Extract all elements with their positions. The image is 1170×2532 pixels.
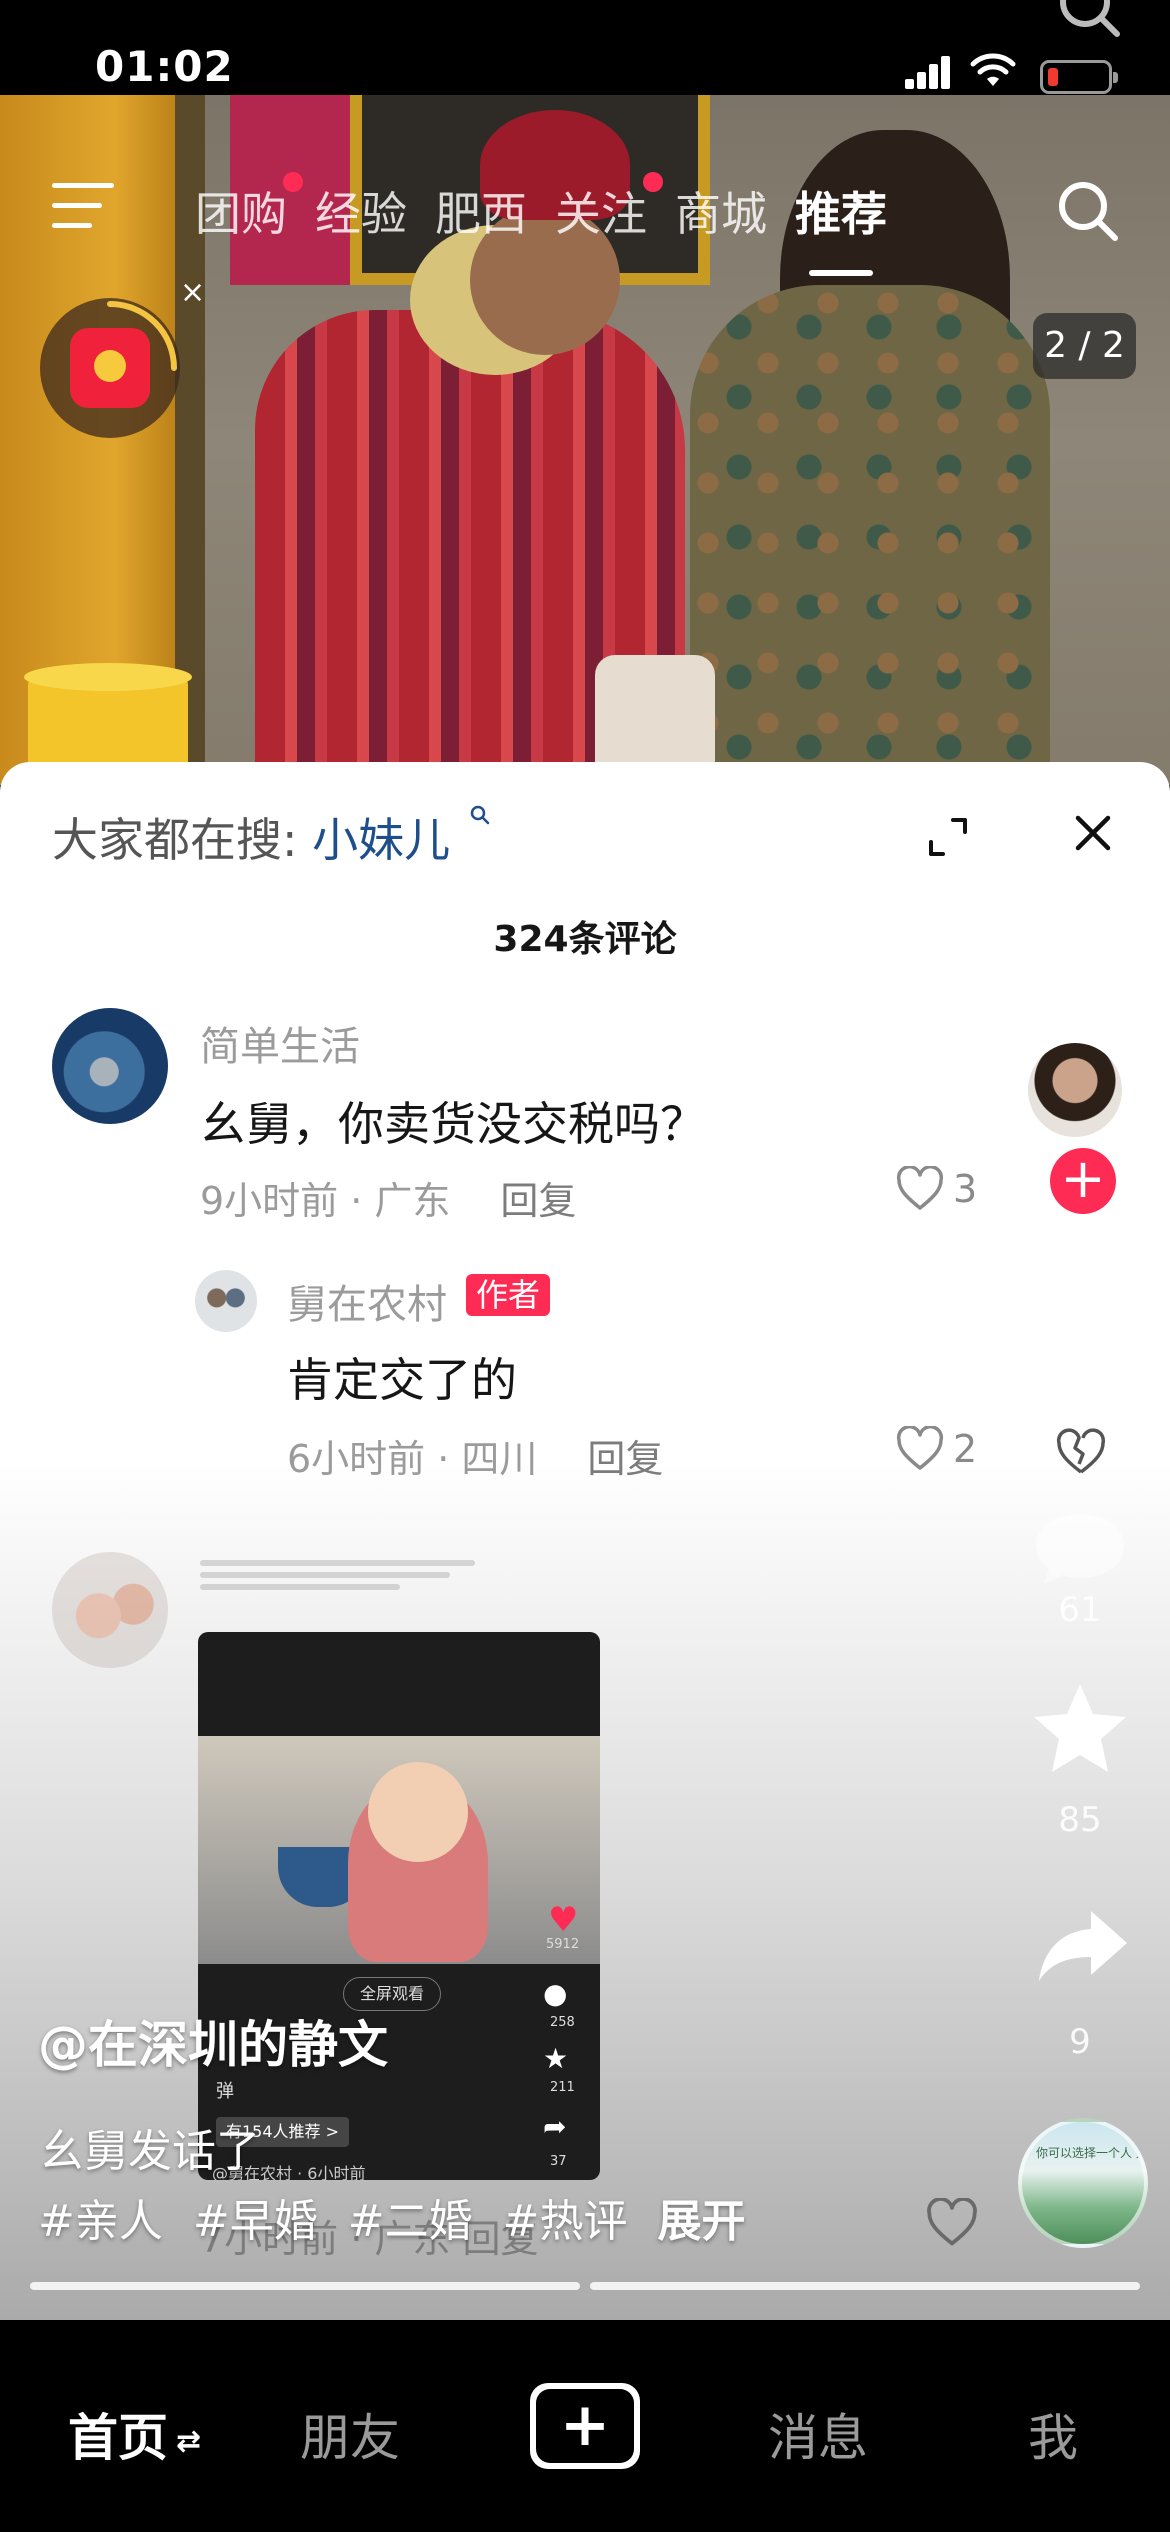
heart-outline-icon xyxy=(896,1166,944,1210)
hashtags: #亲人 #早婚 #二婚 #热评 展开 xyxy=(38,2185,746,2249)
nav-home[interactable]: 首页 ⇄ xyxy=(68,2398,201,2470)
comment-like-button[interactable]: 2 xyxy=(895,1426,977,1472)
status-bar: 01:02 xyxy=(0,0,1170,95)
tab-recommend[interactable]: 推荐 xyxy=(795,178,887,276)
plus-icon: + xyxy=(559,2390,611,2460)
hot-search-keyword[interactable]: 小妹儿 xyxy=(312,813,450,867)
comment-video-thumbnail[interactable]: ♥ 5912 全屏观看 ● 258 ★ 211 ➦ 37 弹 有154人推荐 >… xyxy=(198,1632,600,2180)
share-count: 9 xyxy=(1069,2022,1091,2062)
share-icon[interactable] xyxy=(1035,1905,1131,1985)
menu-icon[interactable] xyxy=(52,183,114,231)
wifi-icon xyxy=(970,53,1016,86)
music-disc[interactable]: 你可以选择一个人 又不用对方回应 xyxy=(1018,2118,1148,2248)
red-envelope-icon xyxy=(70,328,150,408)
video-author[interactable]: @在深圳的静文 xyxy=(38,2005,388,2077)
tab-mall[interactable]: 商城 xyxy=(675,178,767,248)
tab-experience[interactable]: 经验 xyxy=(315,178,407,248)
media-counter: 2 / 2 xyxy=(1033,313,1136,379)
hashtag[interactable]: #亲人 xyxy=(38,2196,163,2247)
thumb-share-icon: ➦ xyxy=(543,2110,567,2143)
comment-like-button[interactable]: 3 xyxy=(895,1166,977,1212)
follow-button[interactable]: + xyxy=(1050,1148,1116,1214)
top-tabs: 团购 经验 肥西 关注 商城 推荐 xyxy=(195,172,915,276)
comment-meta: 9小时前 · 广东 回复 xyxy=(200,1179,577,1223)
heart-outline-icon xyxy=(896,1426,944,1470)
avatar[interactable] xyxy=(52,1552,168,1668)
like-count: 3 xyxy=(953,1167,978,1211)
author-badge: 作者 xyxy=(466,1274,551,1316)
progress-segment-2[interactable] xyxy=(590,2282,1140,2290)
nav-me[interactable]: 我 xyxy=(1028,2398,1078,2470)
status-time: 01:02 xyxy=(95,42,234,91)
battery-icon xyxy=(1040,60,1118,94)
music-disc-text: 你可以选择一个人 又不用对方回应 xyxy=(1036,2146,1148,2160)
red-packet-close-button[interactable]: × xyxy=(180,275,205,310)
comment-text[interactable]: 幺舅，你卖货没交税吗？ xyxy=(200,1088,706,1154)
like-count: 211 xyxy=(1047,1378,1113,1418)
favorite-count: 85 xyxy=(1058,1800,1102,1840)
heart-outline-icon[interactable] xyxy=(925,2198,979,2248)
young-woman xyxy=(690,285,1050,785)
comment-icon[interactable] xyxy=(1030,1508,1130,1588)
thumb-comment-icon: ● xyxy=(543,1977,568,2010)
reply-button[interactable]: 回复 xyxy=(587,1437,663,1481)
like-count: 2 xyxy=(953,1427,978,1471)
comment-count: 324条评论 xyxy=(493,919,677,960)
search-icon-ghost xyxy=(1060,0,1120,37)
tab-local[interactable]: 肥西 xyxy=(435,178,527,248)
comment-meta: 6小时前 · 四川 回复 xyxy=(287,1437,664,1481)
close-icon[interactable] xyxy=(1072,812,1114,854)
red-packet-widget[interactable] xyxy=(40,298,180,438)
creator-avatar[interactable] xyxy=(1025,1040,1125,1140)
broken-heart-icon[interactable] xyxy=(1055,1428,1107,1476)
star-icon[interactable] xyxy=(1030,1680,1130,1776)
active-tab-indicator xyxy=(809,270,873,276)
avatar[interactable] xyxy=(195,1270,257,1332)
swap-icon: ⇄ xyxy=(176,2424,202,2459)
hashtag[interactable]: #热评 xyxy=(503,2196,628,2247)
shoes xyxy=(595,655,715,775)
thumb-star-icon: ★ xyxy=(543,2042,569,2075)
thumb-heart-icon: ♥ xyxy=(548,1900,579,1940)
nav-friends[interactable]: 朋友 xyxy=(300,2398,400,2470)
tab-following[interactable]: 关注 xyxy=(555,172,663,248)
comment-count-side: 61 xyxy=(1058,1590,1102,1630)
comment-username[interactable]: 简单生活 xyxy=(200,1014,360,1072)
tab-group-buy[interactable]: 团购 xyxy=(195,172,303,248)
notification-dot xyxy=(643,172,663,192)
create-button[interactable]: + xyxy=(530,2383,640,2469)
reply-button[interactable]: 回复 xyxy=(500,1179,576,1223)
like-icon[interactable] xyxy=(1030,1275,1130,1365)
expand-caption-button[interactable]: 展开 xyxy=(658,2196,746,2247)
blurred-username xyxy=(200,1552,475,1594)
nav-messages[interactable]: 消息 xyxy=(768,2398,868,2470)
child-face xyxy=(368,1762,468,1862)
comment-text[interactable]: 肯定交了的 xyxy=(287,1344,517,1410)
bottom-nav: 首页 ⇄ 朋友 + 消息 我 xyxy=(0,2320,1170,2532)
notification-dot xyxy=(283,172,303,192)
comment-username[interactable]: 舅在农村 xyxy=(287,1272,447,1330)
hashtag[interactable]: #二婚 xyxy=(348,2196,473,2247)
hashtag[interactable]: #早婚 xyxy=(193,2196,318,2247)
expand-icon[interactable] xyxy=(925,814,971,860)
hot-search[interactable]: 大家都在搜: 小妹儿 xyxy=(52,804,491,870)
video-caption: 幺舅发话了 xyxy=(40,2126,260,2177)
signal-icon xyxy=(905,55,951,89)
avatar[interactable] xyxy=(52,1008,168,1124)
search-icon[interactable] xyxy=(1055,178,1121,244)
progress-segment-1[interactable] xyxy=(30,2282,580,2290)
search-icon-small xyxy=(470,805,489,825)
danmu-toggle: 弹 xyxy=(216,2081,234,2102)
